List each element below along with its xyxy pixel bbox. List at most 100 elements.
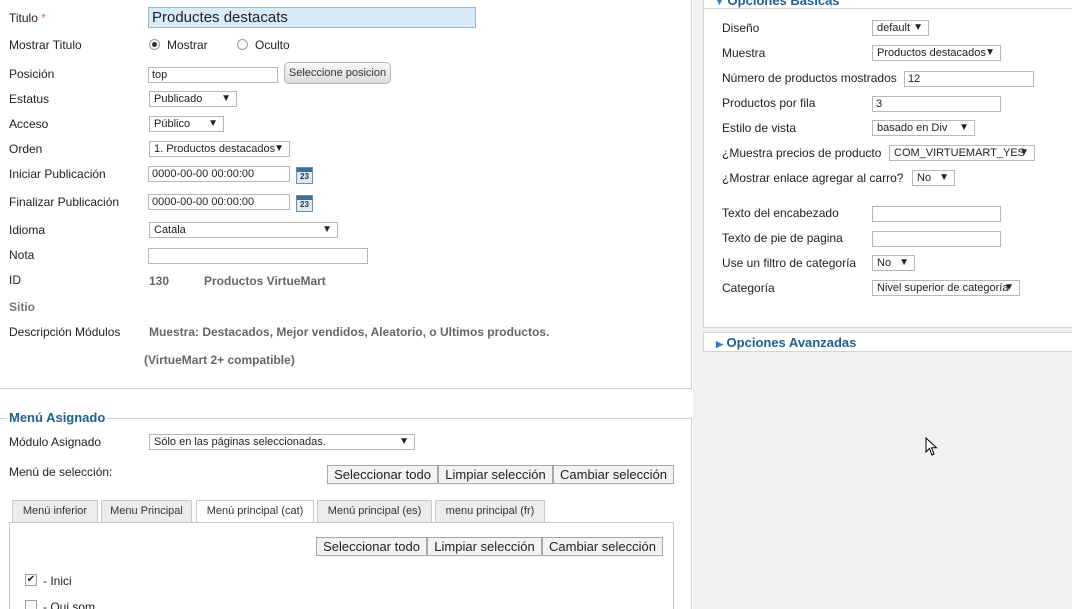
clear-selection-button[interactable]: Limpiar selección bbox=[438, 465, 553, 484]
note-input[interactable] bbox=[148, 248, 368, 264]
products-per-row-input[interactable] bbox=[872, 96, 1001, 112]
panel-toggle-selection-button[interactable]: Cambiar selección bbox=[542, 537, 663, 556]
add-to-cart-select[interactable]: No ▼ bbox=[912, 170, 955, 186]
status-select[interactable]: Publicado ▼ bbox=[149, 91, 237, 107]
category-select-value: Nivel superior de categoría bbox=[877, 282, 1009, 294]
chevron-down-icon: ▼ bbox=[939, 172, 949, 183]
basic-options-header[interactable]: ▼ Opciones Basicas bbox=[703, 0, 1072, 9]
end-publish-input[interactable] bbox=[148, 194, 290, 210]
access-select[interactable]: Público ▼ bbox=[149, 116, 224, 132]
status-label: Estatus bbox=[9, 92, 50, 106]
select-position-button[interactable]: Seleccione posicion bbox=[284, 62, 391, 84]
panel-clear-selection-button[interactable]: Limpiar selección bbox=[427, 537, 542, 556]
show-title-radio-hide[interactable] bbox=[237, 39, 248, 50]
tab-menu-principal-es[interactable]: Menú principal (es) bbox=[317, 500, 432, 522]
language-select-value: Catala bbox=[154, 224, 186, 236]
access-label: Acceso bbox=[9, 117, 49, 131]
position-label: Posición bbox=[9, 67, 55, 81]
required-star: * bbox=[41, 11, 46, 25]
assigned-module-value: Sólo en las páginas seleccionadas. bbox=[154, 436, 326, 448]
chevron-down-icon: ▼ bbox=[208, 118, 218, 129]
category-label: Categoría bbox=[722, 281, 775, 295]
note-label: Nota bbox=[9, 248, 35, 262]
footer-text-label: Texto de pie de pagina bbox=[722, 231, 843, 245]
view-style-select[interactable]: basado en Div ▼ bbox=[872, 120, 975, 136]
layout-select-value: default bbox=[877, 22, 911, 34]
show-title-option-hide: Oculto bbox=[255, 38, 290, 52]
show-title-label: Mostrar Titulo bbox=[9, 38, 82, 52]
order-select[interactable]: 1. Productos destacados ▼ bbox=[149, 141, 290, 157]
add-to-cart-label: ¿Mostrar enlace agregar al carro? bbox=[722, 171, 904, 185]
triangle-right-icon: ▶ bbox=[716, 339, 723, 349]
show-title-radio-show[interactable] bbox=[149, 39, 160, 50]
advanced-options-title: ▶ Opciones Avanzadas bbox=[716, 335, 856, 350]
title-input[interactable] bbox=[148, 7, 476, 28]
product-count-label: Número de productos mostrados bbox=[722, 71, 897, 85]
chevron-down-icon: ▼ bbox=[913, 22, 923, 33]
layout-select[interactable]: default ▼ bbox=[872, 20, 929, 36]
description-compat: (VirtueMart 2+ compatible) bbox=[144, 353, 295, 367]
position-input[interactable] bbox=[148, 67, 278, 83]
access-select-value: Público bbox=[154, 118, 191, 130]
advanced-options-header[interactable]: ▶ Opciones Avanzadas bbox=[703, 332, 1072, 352]
id-value: 130 bbox=[149, 274, 170, 288]
start-publish-label: Iniciar Publicación bbox=[9, 167, 106, 181]
tab-menu-principal[interactable]: Menu Principal bbox=[101, 500, 192, 522]
id-label: ID bbox=[9, 273, 21, 287]
show-label: Muestra bbox=[722, 46, 766, 60]
show-prices-select-value: COM_VIRTUEMART_YES bbox=[894, 147, 1026, 159]
show-prices-label: ¿Muestra precios de producto bbox=[722, 146, 882, 160]
tab-menu-principal-fr[interactable]: menu principal (fr) bbox=[435, 500, 545, 522]
chevron-down-icon: ▼ bbox=[899, 257, 909, 268]
start-publish-input[interactable] bbox=[148, 166, 290, 182]
chevron-down-icon: ▼ bbox=[1019, 147, 1029, 158]
description-label: Descripción Módulos bbox=[9, 325, 121, 339]
view-style-select-value: basado en Div bbox=[877, 122, 948, 134]
site-label: Sitio bbox=[9, 300, 35, 314]
advanced-options-title-text: Opciones Avanzadas bbox=[726, 335, 857, 350]
order-label: Orden bbox=[9, 142, 43, 156]
category-filter-select-value: No bbox=[877, 257, 892, 269]
assigned-module-label: Módulo Asignado bbox=[9, 435, 102, 449]
category-select[interactable]: Nivel superior de categoría ▼ bbox=[872, 280, 1020, 296]
language-select[interactable]: Catala ▼ bbox=[149, 222, 338, 238]
add-to-cart-select-value: No bbox=[917, 172, 932, 184]
title-label-text: Titulo bbox=[9, 11, 38, 25]
header-text-label: Texto del encabezado bbox=[722, 206, 839, 220]
menu-item-label: - Inici bbox=[43, 574, 72, 588]
chevron-down-icon: ▼ bbox=[322, 224, 332, 235]
show-select-value: Productos destacados bbox=[877, 47, 986, 59]
tab-panel bbox=[9, 522, 674, 609]
menu-assignment-legend: Menú Asignado bbox=[7, 410, 108, 425]
header-text-input[interactable] bbox=[872, 206, 1001, 222]
toggle-selection-button[interactable]: Cambiar selección bbox=[553, 465, 674, 484]
calendar-icon[interactable]: 23 bbox=[296, 167, 313, 184]
show-title-option-show: Mostrar bbox=[167, 38, 208, 52]
title-label: Titulo * bbox=[9, 11, 46, 25]
order-select-value: 1. Productos destacados bbox=[154, 143, 276, 155]
select-all-button[interactable]: Seleccionar todo bbox=[327, 465, 438, 484]
chevron-down-icon: ▼ bbox=[985, 47, 995, 58]
chevron-down-icon: ▼ bbox=[1004, 282, 1014, 293]
status-select-value: Publicado bbox=[154, 93, 203, 105]
tab-menu-principal-cat[interactable]: Menú principal (cat) bbox=[196, 500, 314, 523]
menu-item-checkbox[interactable] bbox=[25, 600, 37, 609]
product-count-input[interactable] bbox=[904, 71, 1034, 87]
show-prices-select[interactable]: COM_VIRTUEMART_YES ▼ bbox=[889, 145, 1035, 161]
category-filter-select[interactable]: No ▼ bbox=[872, 255, 915, 271]
basic-options-title: ▼ Opciones Basicas bbox=[715, 0, 840, 8]
footer-text-input[interactable] bbox=[872, 231, 1001, 247]
calendar-icon[interactable]: 23 bbox=[296, 195, 313, 212]
chevron-down-icon: ▼ bbox=[274, 143, 284, 154]
tab-menu-inferior[interactable]: Menú inferior bbox=[12, 500, 98, 522]
layout-label: Diseño bbox=[722, 21, 760, 35]
assigned-module-select[interactable]: Sólo en las páginas seleccionadas. ▼ bbox=[149, 434, 415, 450]
products-per-row-label: Productos por fila bbox=[722, 96, 816, 110]
menu-item-label: - Qui som bbox=[43, 600, 96, 609]
language-label: Idioma bbox=[9, 223, 46, 237]
description-value: Muestra: Destacados, Mejor vendidos, Ale… bbox=[149, 325, 550, 339]
menu-item-checkbox[interactable]: ✔ bbox=[25, 574, 37, 586]
end-publish-label: Finalizar Publicación bbox=[9, 195, 120, 209]
show-select[interactable]: Productos destacados ▼ bbox=[872, 45, 1001, 61]
panel-select-all-button[interactable]: Seleccionar todo bbox=[316, 537, 427, 556]
